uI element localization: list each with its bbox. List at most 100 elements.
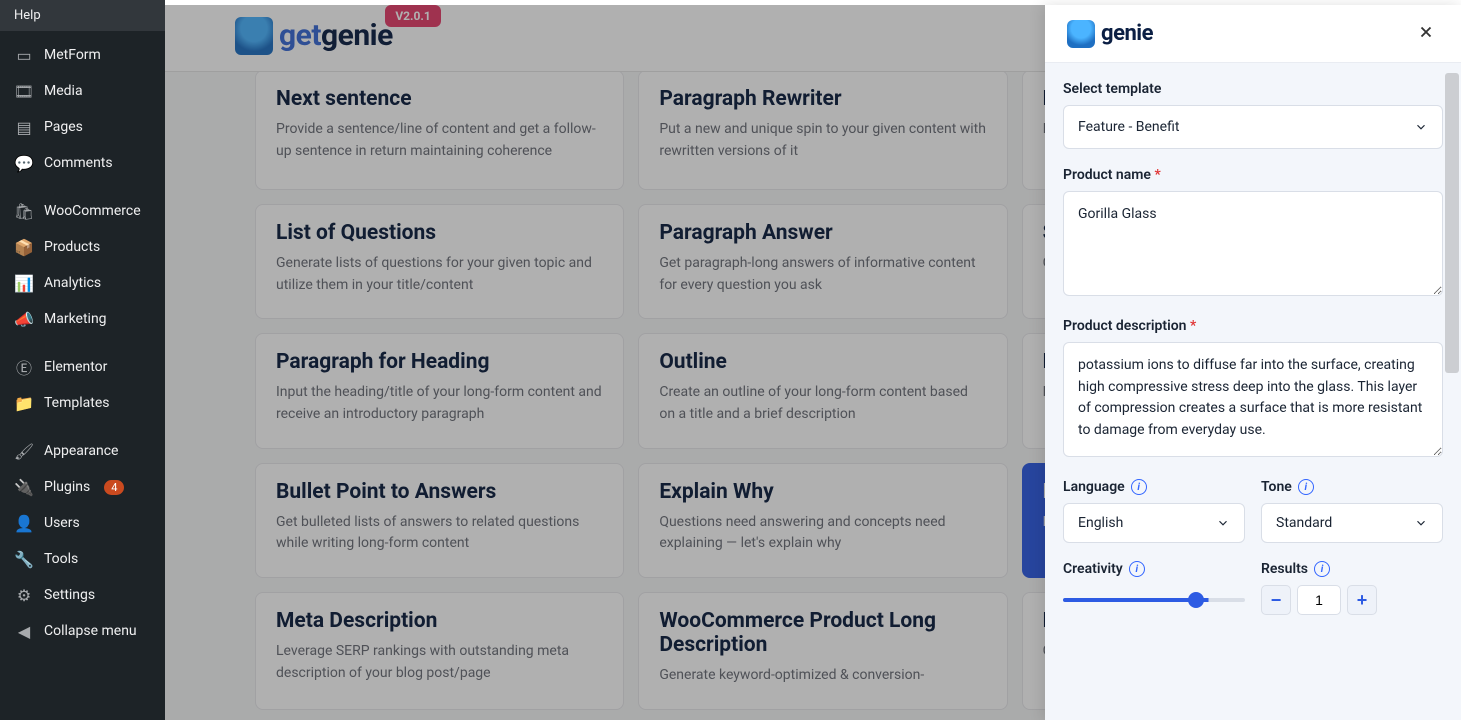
select-value: Feature - Benefit xyxy=(1078,119,1179,135)
template-form-panel: genie Select template Feature - Benefit … xyxy=(1045,5,1461,720)
sidebar-item-label: Appearance xyxy=(44,443,118,459)
sidebar-item-products[interactable]: 📦 Products xyxy=(0,229,165,265)
tone-label: Tone i xyxy=(1261,479,1443,495)
sidebar-item-label: Users xyxy=(44,515,80,531)
version-badge: V2.0.1 xyxy=(385,5,440,27)
sidebar-item-comments[interactable]: 💬 Comments xyxy=(0,145,165,181)
sidebar-item-label: Templates xyxy=(44,395,110,411)
tone-dropdown[interactable]: Standard xyxy=(1261,503,1443,543)
card-desc: Generate keyword-optimized & conversion- xyxy=(659,665,986,687)
app-logo: getgenie V2.0.1 xyxy=(235,17,393,55)
creativity-slider[interactable] xyxy=(1063,598,1245,602)
card-title: Explain Why xyxy=(659,480,986,504)
sidebar-item-analytics[interactable]: 📊 Analytics xyxy=(0,265,165,301)
sidebar-item-label: Analytics xyxy=(44,275,101,291)
card-paragraph-answer[interactable]: Paragraph Answer Get paragraph-long answ… xyxy=(638,204,1007,319)
card-desc: Provide a sentence/line of content and g… xyxy=(276,119,603,162)
sidebar-item-metform[interactable]: ▭ MetForm xyxy=(0,37,165,73)
elementor-icon: Ⓔ xyxy=(14,357,34,377)
card-desc: Questions need answering and concepts ne… xyxy=(659,512,986,555)
genie-mascot-icon xyxy=(1067,20,1095,48)
language-dropdown[interactable]: English xyxy=(1063,503,1245,543)
help-link[interactable]: Help xyxy=(0,0,165,31)
sidebar-item-woocommerce[interactable]: 🛍 WooCommerce xyxy=(0,193,165,229)
sidebar-items: ▭ MetForm 🎞 Media ▤ Pages 💬 Comments 🛍 W… xyxy=(0,31,165,720)
field-select-template: Select template Feature - Benefit xyxy=(1063,81,1443,149)
increment-button[interactable]: + xyxy=(1347,585,1377,615)
pages-icon: ▤ xyxy=(14,117,34,137)
product-name-input[interactable] xyxy=(1063,191,1443,296)
info-icon[interactable]: i xyxy=(1298,479,1314,495)
select-value: English xyxy=(1078,515,1123,531)
card-title: Paragraph Rewriter xyxy=(659,87,986,111)
collapse-menu[interactable]: ◀ Collapse menu xyxy=(0,613,165,649)
select-template-dropdown[interactable]: Feature - Benefit xyxy=(1063,105,1443,149)
analytics-icon: 📊 xyxy=(14,273,34,293)
required-asterisk: * xyxy=(1190,318,1196,334)
card-title: List of Questions xyxy=(276,221,603,245)
card-title: Bullet Point to Answers xyxy=(276,480,603,504)
info-icon[interactable]: i xyxy=(1129,561,1145,577)
sidebar-item-settings[interactable]: ⚙ Settings xyxy=(0,577,165,613)
card-title: Meta Description xyxy=(276,609,603,633)
card-title: WooCommerce Product Long Description xyxy=(659,609,986,657)
decrement-button[interactable]: − xyxy=(1261,585,1291,615)
select-template-label: Select template xyxy=(1063,81,1443,97)
card-title: Paragraph for Heading xyxy=(276,350,603,374)
card-desc: Put a new and unique spin to your given … xyxy=(659,119,986,162)
sidebar-item-label: Pages xyxy=(44,119,83,135)
field-product-name: Product name * xyxy=(1063,167,1443,300)
card-list-of-questions[interactable]: List of Questions Generate lists of ques… xyxy=(255,204,624,319)
info-icon[interactable]: i xyxy=(1131,479,1147,495)
sidebar-item-label: Plugins xyxy=(44,479,90,495)
creativity-results-row: Creativity i Results i − + xyxy=(1063,561,1443,615)
sidebar-item-label: Marketing xyxy=(44,311,107,327)
sidebar-item-pages[interactable]: ▤ Pages xyxy=(0,109,165,145)
field-creativity: Creativity i xyxy=(1063,561,1245,615)
sidebar-item-marketing[interactable]: 📣 Marketing xyxy=(0,301,165,337)
results-label: Results i xyxy=(1261,561,1443,577)
close-button[interactable] xyxy=(1413,19,1439,48)
logo-text: getgenie xyxy=(279,18,393,53)
chevron-down-icon xyxy=(1216,516,1230,530)
card-paragraph-for-heading[interactable]: Paragraph for Heading Input the heading/… xyxy=(255,333,624,448)
card-desc: Get bulleted lists of answers to related… xyxy=(276,512,603,555)
card-title: Next sentence xyxy=(276,87,603,111)
sidebar-item-users[interactable]: 👤 Users xyxy=(0,505,165,541)
settings-icon: ⚙ xyxy=(14,585,34,605)
card-explain-why[interactable]: Explain Why Questions need answering and… xyxy=(638,463,1007,578)
admin-sidebar: Help ▭ MetForm 🎞 Media ▤ Pages 💬 Comment… xyxy=(0,0,165,720)
card-meta-description[interactable]: Meta Description Leverage SERP rankings … xyxy=(255,592,624,710)
close-icon xyxy=(1417,23,1435,41)
sidebar-item-media[interactable]: 🎞 Media xyxy=(0,73,165,109)
plugins-icon: 🔌 xyxy=(14,477,34,497)
sidebar-item-appearance[interactable]: 🖌 Appearance xyxy=(0,433,165,469)
sidebar-item-templates[interactable]: 📁 Templates xyxy=(0,385,165,421)
sidebar-item-tools[interactable]: 🔧 Tools xyxy=(0,541,165,577)
card-next-sentence[interactable]: Next sentence Provide a sentence/line of… xyxy=(255,72,624,190)
results-stepper: − + xyxy=(1261,585,1443,615)
product-description-input[interactable] xyxy=(1063,342,1443,457)
logo-text: genie xyxy=(1101,21,1153,46)
panel-header: genie xyxy=(1045,5,1461,63)
sidebar-item-label: Collapse menu xyxy=(44,623,137,639)
creativity-label: Creativity i xyxy=(1063,561,1245,577)
sidebar-item-elementor[interactable]: Ⓔ Elementor xyxy=(0,349,165,385)
card-desc: Create an outline of your long-form cont… xyxy=(659,382,986,425)
info-icon[interactable]: i xyxy=(1314,561,1330,577)
results-input[interactable] xyxy=(1297,585,1341,615)
scrollbar-thumb[interactable] xyxy=(1445,73,1459,373)
panel-scrollbar[interactable] xyxy=(1445,73,1459,716)
card-paragraph-rewriter[interactable]: Paragraph Rewriter Put a new and unique … xyxy=(638,72,1007,190)
sidebar-item-plugins[interactable]: 🔌 Plugins 4 xyxy=(0,469,165,505)
product-desc-label: Product description * xyxy=(1063,318,1443,334)
collapse-icon: ◀ xyxy=(14,621,34,641)
panel-logo: genie xyxy=(1067,20,1153,48)
sidebar-item-label: WooCommerce xyxy=(44,203,141,219)
card-outline[interactable]: Outline Create an outline of your long-f… xyxy=(638,333,1007,448)
genie-mascot-icon xyxy=(235,17,273,55)
media-icon: 🎞 xyxy=(14,81,34,101)
card-bullet-point-answers[interactable]: Bullet Point to Answers Get bulleted lis… xyxy=(255,463,624,578)
product-name-label: Product name * xyxy=(1063,167,1443,183)
card-woo-long-description[interactable]: WooCommerce Product Long Description Gen… xyxy=(638,592,1007,710)
